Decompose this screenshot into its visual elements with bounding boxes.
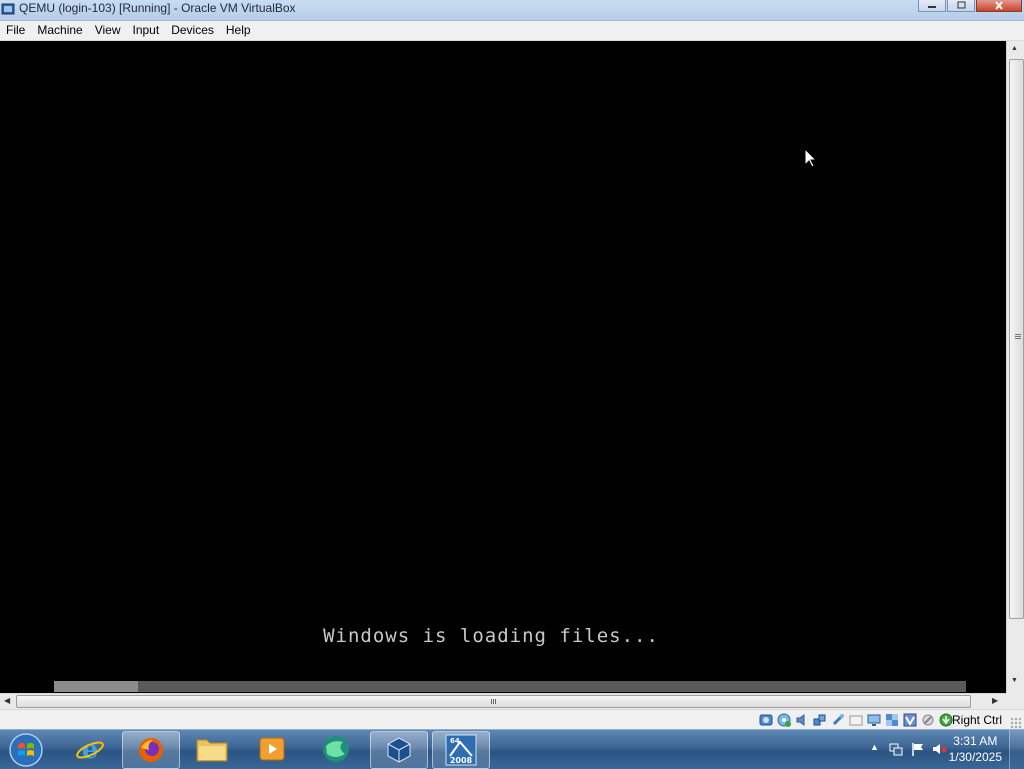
window-title: QEMU (login-103) [Running] - Oracle VM V…: [19, 1, 296, 15]
host-key-label: Right Ctrl: [951, 713, 1002, 727]
taskbar-media-player[interactable]: [244, 731, 300, 767]
scroll-left-icon[interactable]: ◀: [4, 696, 10, 705]
scroll-right-icon[interactable]: ▶: [992, 696, 998, 705]
maximize-button[interactable]: [947, 0, 975, 12]
taskbar-virtualbox[interactable]: [370, 731, 428, 769]
server-badge-top: 64: [450, 737, 460, 745]
status-bar: Right Ctrl: [0, 709, 1024, 730]
scroll-up-icon[interactable]: ▲: [1011, 45, 1018, 52]
virtualbox-app-icon: [1, 3, 15, 15]
menu-machine[interactable]: Machine: [31, 21, 88, 40]
browser-globe-icon: [323, 736, 349, 762]
shared-folders-icon[interactable]: [848, 712, 864, 728]
menu-help[interactable]: Help: [220, 21, 257, 40]
horizontal-scrollbar[interactable]: ◀ ▶: [0, 693, 1006, 709]
taskbar-browser[interactable]: [308, 731, 364, 767]
scroll-down-icon[interactable]: ▼: [1011, 677, 1018, 684]
windows-start-icon: [9, 733, 43, 767]
window-titlebar[interactable]: QEMU (login-103) [Running] - Oracle VM V…: [0, 0, 1024, 21]
firefox-icon: [139, 738, 163, 762]
clock-time: 3:31 AM: [953, 734, 998, 748]
taskbar-windows-server-2008[interactable]: 64 2008: [432, 731, 490, 769]
horizontal-scroll-thumb[interactable]: [16, 695, 971, 708]
volume-muted-icon[interactable]: [932, 741, 948, 757]
restore-icon: [957, 1, 966, 9]
internet-explorer-icon: e: [76, 735, 104, 764]
loading-message: Windows is loading files...: [323, 625, 659, 647]
system-tray: ▲ 3:31 AM 1/30/2025: [834, 730, 1024, 769]
scrollbar-corner: [1006, 693, 1024, 709]
optical-drive-icon[interactable]: [776, 712, 792, 728]
vm-display[interactable]: Windows is loading files...: [0, 41, 1006, 693]
taskbar-internet-explorer[interactable]: e: [62, 731, 118, 767]
taskbar-firefox[interactable]: [122, 731, 180, 769]
menu-bar: File Machine View Input Devices Help: [0, 21, 1024, 41]
hard-disk-icon[interactable]: [758, 712, 774, 728]
display-icon[interactable]: [866, 712, 882, 728]
close-button[interactable]: [976, 0, 1022, 12]
svg-text:e: e: [82, 735, 99, 764]
menu-file[interactable]: File: [0, 21, 31, 40]
folder-icon: [196, 739, 228, 762]
action-center-flag-icon[interactable]: [910, 741, 926, 757]
mouse-integration-icon[interactable]: [920, 712, 936, 728]
mouse-cursor-icon: [805, 149, 817, 168]
menu-view[interactable]: View: [89, 21, 127, 40]
taskbar: e 64 2008 ▲ 3:31 AM 1/30/2025: [0, 729, 1024, 769]
vertical-scrollbar[interactable]: ▲ ▼: [1006, 41, 1024, 693]
server-badge-bottom: 2008: [450, 756, 473, 765]
menu-input[interactable]: Input: [127, 21, 166, 40]
show-desktop-button[interactable]: [1009, 730, 1024, 769]
windows-server-2008-icon: 64 2008: [445, 734, 477, 766]
minimize-button[interactable]: [918, 0, 946, 12]
virtualbox-icon: [387, 737, 411, 763]
guest-progress-fill: [54, 681, 138, 692]
vertical-scroll-thumb[interactable]: [1009, 59, 1024, 619]
guest-progress-bar: [54, 681, 966, 692]
resize-grip[interactable]: [1010, 717, 1022, 729]
media-player-icon: [259, 737, 285, 761]
minimize-icon: [928, 6, 936, 8]
virtualization-icon[interactable]: [902, 712, 918, 728]
taskbar-file-explorer[interactable]: [184, 731, 240, 767]
network-tray-icon[interactable]: [888, 741, 904, 757]
video-capture-icon[interactable]: [884, 712, 900, 728]
system-clock[interactable]: 3:31 AM 1/30/2025: [949, 733, 1002, 765]
start-button[interactable]: [4, 731, 48, 769]
audio-icon[interactable]: [794, 712, 810, 728]
usb-icon[interactable]: [830, 712, 846, 728]
clock-date: 1/30/2025: [948, 750, 1002, 764]
menu-devices[interactable]: Devices: [165, 21, 220, 40]
network-icon[interactable]: [812, 712, 828, 728]
close-icon: [995, 1, 1003, 10]
show-hidden-icons-icon[interactable]: ▲: [870, 742, 879, 752]
